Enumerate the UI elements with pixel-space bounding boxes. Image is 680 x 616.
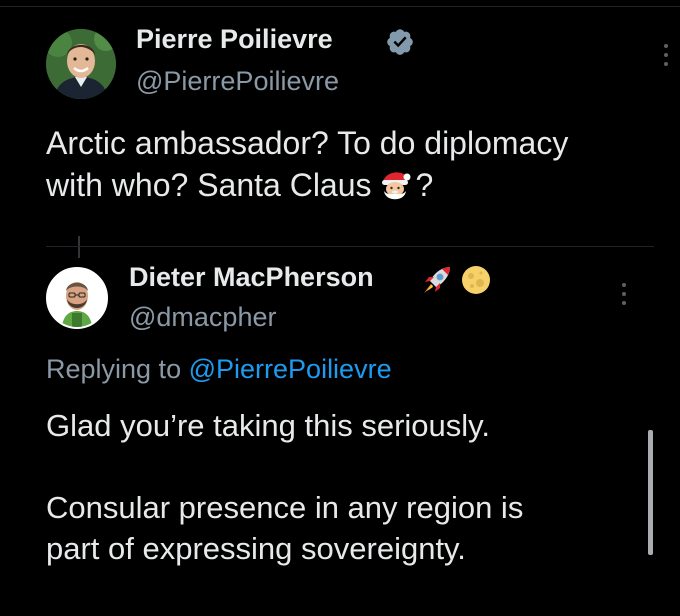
more-options-icon[interactable] bbox=[620, 283, 628, 309]
avatar-dieter-macpherson[interactable] bbox=[46, 267, 108, 329]
replying-to-label: Replying to bbox=[46, 354, 182, 384]
tweet-text-segment: with who? Santa Claus bbox=[46, 167, 372, 203]
reply-paragraph: Glad you’re taking this seriously. bbox=[46, 408, 490, 443]
santa-claus-emoji-icon bbox=[376, 167, 414, 205]
tweet-text-segment: ? bbox=[415, 167, 434, 203]
reply-paragraph-line: Consular presence in any region is bbox=[46, 490, 524, 525]
tweet-text: Arctic ambassador? To do diplomacy with … bbox=[46, 122, 680, 206]
tweet-divider bbox=[46, 246, 654, 247]
scrollbar-thumb[interactable] bbox=[648, 430, 653, 555]
author-name[interactable]: Pierre Poilievre bbox=[136, 24, 333, 55]
verified-badge-icon bbox=[385, 27, 415, 57]
reply-author-name[interactable]: Dieter MacPherson bbox=[129, 262, 374, 293]
reply-text: Glad you’re taking this seriously. Consu… bbox=[46, 405, 646, 569]
reply-paragraph-line: part of expressing sovereignty. bbox=[46, 531, 466, 566]
tweet-text-line: with who? Santa Claus ? bbox=[46, 164, 680, 206]
tweet-text-line: Arctic ambassador? To do diplomacy bbox=[46, 125, 569, 161]
more-options-icon[interactable] bbox=[662, 44, 670, 70]
replying-to-mention-link[interactable]: @PierrePoilievre bbox=[189, 354, 392, 384]
full-moon-emoji-icon bbox=[460, 264, 492, 296]
author-handle[interactable]: @PierrePoilievre bbox=[136, 66, 339, 97]
replying-to-line: Replying to @PierrePoilievre bbox=[46, 354, 392, 385]
top-divider bbox=[0, 6, 680, 7]
thread-connector bbox=[78, 236, 80, 258]
rocket-emoji-icon bbox=[420, 263, 454, 297]
avatar-pierre-poilievre[interactable] bbox=[46, 29, 116, 99]
reply-author-handle[interactable]: @dmacpher bbox=[129, 302, 276, 333]
